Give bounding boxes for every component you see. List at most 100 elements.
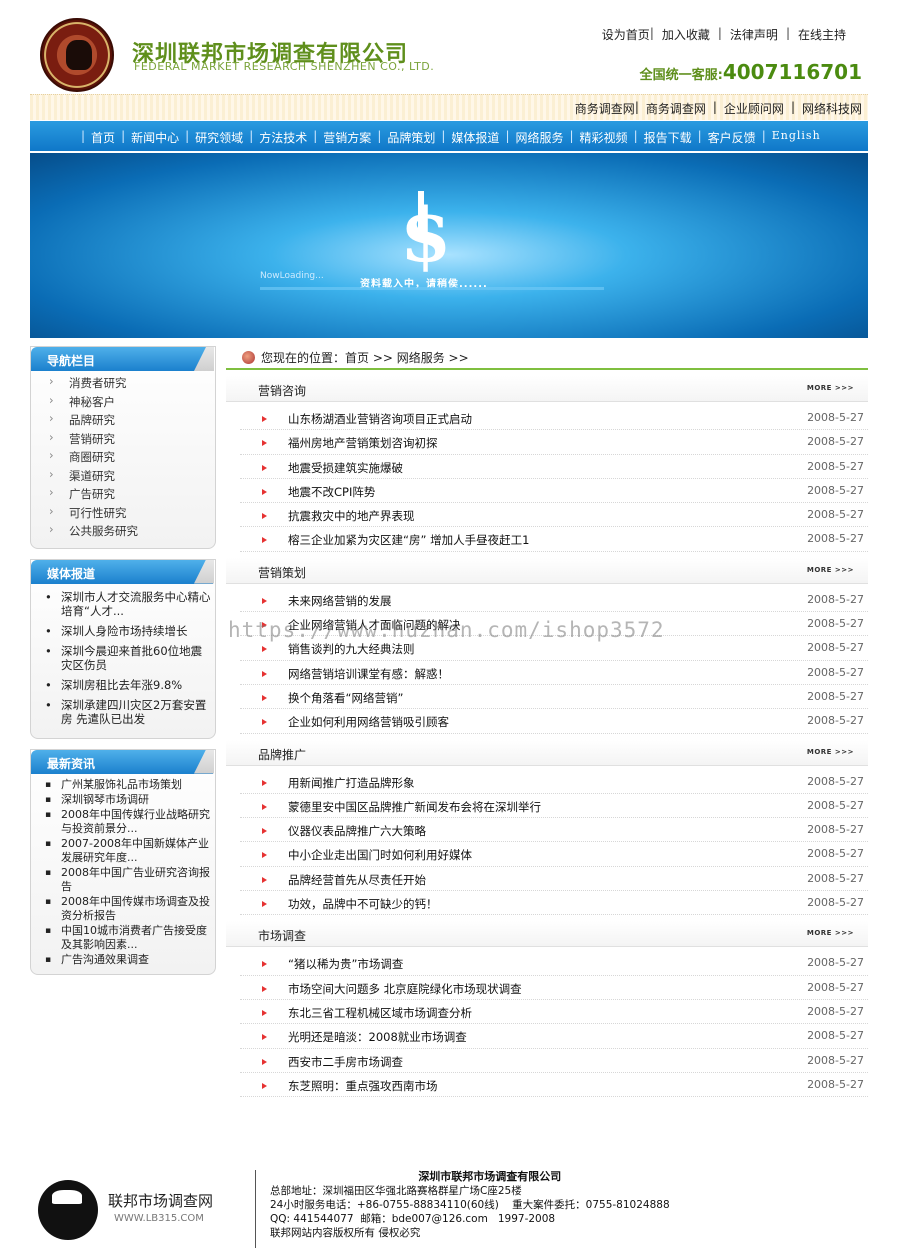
sidebar-nav-item[interactable]: 品牌研究 (49, 411, 215, 431)
article-row[interactable]: 用新闻推广打造品牌形象 2008-5-27 (240, 770, 868, 794)
article-title-link[interactable]: 福州房地产营销策划咨询初探 (288, 436, 438, 450)
article-title-link[interactable]: 网络营销培训课堂有感：解惑！ (288, 667, 449, 681)
partner-link[interactable]: 商务调查网 (575, 100, 635, 117)
news-item[interactable]: 2007-2008年中国新媒体产业发展研究年度... (45, 837, 211, 865)
article-date: 2008-5-27 (807, 714, 864, 728)
article-title-link[interactable]: 品牌经营首先从尽责任开始 (288, 873, 426, 887)
article-title-link[interactable]: 东芝照明：重点强攻西南市场 (288, 1079, 438, 1093)
article-row[interactable]: 地震受损建筑实施爆破 2008-5-27 (240, 455, 868, 479)
article-title-link[interactable]: 山东杨湖酒业营销咨询项目正式启动 (288, 412, 472, 426)
nav-research[interactable]: 研究领域 (190, 129, 248, 146)
sidebar-nav-item[interactable]: 营销研究 (49, 430, 215, 450)
sidebar-nav-item[interactable]: 广告研究 (49, 485, 215, 505)
article-row[interactable]: 福州房地产营销策划咨询初探 2008-5-27 (240, 430, 868, 455)
media-list: 深圳市人才交流服务中心精心培育“人才... 深圳人身险市场持续增长深圳今晨迎来首批… (31, 584, 215, 726)
nav-reports[interactable]: 报告下载 (639, 129, 697, 146)
article-title-link[interactable]: 东北三省工程机械区域市场调查分析 (288, 1006, 472, 1020)
nav-news[interactable]: 新闻中心 (126, 129, 184, 146)
article-title-link[interactable]: 地震受损建筑实施爆破 (288, 461, 403, 475)
more-link[interactable]: MORE >>> (807, 566, 854, 574)
news-item[interactable]: 2008年中国广告业研究咨询报告 (45, 866, 211, 894)
site-header: 深圳联邦市场调查有限公司 FEDERAL MARKET RESEARCH SHE… (30, 0, 868, 92)
sidebar-nav-item[interactable]: 公共服务研究 (49, 522, 215, 542)
media-item[interactable]: 深圳人身险市场持续增长 (45, 624, 211, 638)
article-title-link[interactable]: 用新闻推广打造品牌形象 (288, 776, 415, 790)
article-row[interactable]: 光明还是暗淡：2008就业市场调查 2008-5-27 (240, 1024, 868, 1049)
set-homepage-link[interactable]: 设为首页 (602, 26, 650, 43)
article-row[interactable]: 未来网络营销的发展 2008-5-27 (240, 588, 868, 613)
nav-web-services[interactable]: 网络服务 (510, 129, 568, 146)
article-row[interactable]: 地震不改CPI阵势 2008-5-27 (240, 479, 868, 504)
article-title-link[interactable]: 地震不改CPI阵势 (288, 485, 375, 499)
partner-link[interactable]: 企业顾问网 (717, 100, 791, 117)
media-item[interactable]: 深圳承建四川灾区2万套安置房 先遣队已出发 (45, 698, 211, 726)
article-row[interactable]: 蒙德里安中国区品牌推广新闻发布会将在深圳举行 2008-5-27 (240, 794, 868, 819)
nav-english[interactable]: English (767, 129, 826, 146)
sidebar-nav-item[interactable]: 神秘客户 (49, 393, 215, 413)
news-item[interactable]: 深圳钢琴市场调研 (45, 793, 211, 807)
sidebar-nav-list: 消费者研究神秘客户品牌研究营销研究商圈研究渠道研究广告研究可行性研究公共服务研究 (31, 371, 215, 542)
online-support-link[interactable]: 在线主持 (790, 26, 846, 43)
article-row[interactable]: 换个角落看“网络营销” 2008-5-27 (240, 685, 868, 710)
company-logo[interactable] (40, 18, 114, 92)
article-row[interactable]: 仪器仪表品牌推广六大策略 2008-5-27 (240, 818, 868, 843)
news-item[interactable]: 广告沟通效果调查 (45, 953, 211, 967)
news-item[interactable]: 2008年中国传媒行业战略研究与投资前景分... (45, 808, 211, 836)
sidebar-nav-item[interactable]: 渠道研究 (49, 467, 215, 487)
partner-link[interactable]: 网络科技网 (795, 100, 862, 117)
article-title-link[interactable]: 光明还是暗淡：2008就业市场调查 (288, 1030, 467, 1044)
media-item[interactable]: 深圳今晨迎来首批60位地震灾区伤员 (45, 644, 211, 672)
sidebar-nav-item[interactable]: 消费者研究 (49, 374, 215, 394)
add-favorite-link[interactable]: 加入收藏 (654, 26, 718, 43)
article-title-link[interactable]: 未来网络营销的发展 (288, 594, 392, 608)
media-item[interactable]: 深圳房租比去年涨9.8% (45, 678, 211, 692)
article-row[interactable]: 功效，品牌中不可缺少的钙！ 2008-5-27 (240, 891, 868, 916)
footer-brand-name: 联邦市场调查网 (108, 1192, 214, 1210)
partner-link[interactable]: 商务调查网 (639, 100, 713, 117)
article-row[interactable]: 榕三企业加紧为灾区建“房” 增加人手昼夜赶工1 2008-5-27 (240, 527, 868, 552)
article-row[interactable]: 企业如何利用网络营销吸引顾客 2008-5-27 (240, 709, 868, 734)
nav-home[interactable]: 首页 (86, 129, 120, 146)
article-title-link[interactable]: 中小企业走出国门时如何利用好媒体 (288, 848, 472, 862)
article-title-link[interactable]: 企业如何利用网络营销吸引顾客 (288, 715, 449, 729)
article-row[interactable]: 市场空间大问题多 北京庭院绿化市场现状调查 2008-5-27 (240, 976, 868, 1000)
legal-link[interactable]: 法律声明 (722, 26, 786, 43)
nav-marketing[interactable]: 营销方案 (318, 129, 376, 146)
media-item[interactable]: 深圳市人才交流服务中心精心培育“人才... (45, 590, 211, 618)
article-title-link[interactable]: 蒙德里安中国区品牌推广新闻发布会将在深圳举行 (288, 800, 541, 814)
article-title-link[interactable]: 换个角落看“网络营销” (288, 691, 403, 705)
article-row[interactable]: “猪以稀为贵”市场调查 2008-5-27 (240, 951, 868, 976)
article-row[interactable]: 中小企业走出国门时如何利用好媒体 2008-5-27 (240, 842, 868, 867)
article-row[interactable]: 东芝照明：重点强攻西南市场 2008-5-27 (240, 1073, 868, 1098)
sidebar-nav-item[interactable]: 商圈研究 (49, 448, 215, 468)
article-row[interactable]: 抗震救灾中的地产界表现 2008-5-27 (240, 503, 868, 528)
nav-media[interactable]: 媒体报道 (446, 129, 504, 146)
news-item[interactable]: 2008年中国传媒市场调查及投资分析报告 (45, 895, 211, 923)
article-title-link[interactable]: 销售谈判的九大经典法则 (288, 642, 415, 656)
news-item[interactable]: 广州某服饰礼品市场策划 (45, 778, 211, 792)
more-link[interactable]: MORE >>> (807, 384, 854, 392)
article-title-link[interactable]: “猪以稀为贵”市场调查 (288, 957, 403, 971)
article-row[interactable]: 西安市二手房市场调查 2008-5-27 (240, 1049, 868, 1073)
article-row[interactable]: 品牌经营首先从尽责任开始 2008-5-27 (240, 867, 868, 892)
nav-methods[interactable]: 方法技术 (254, 129, 312, 146)
article-list: 山东杨湖酒业营销咨询项目正式启动 2008-5-27 福州房地产营销策划咨询初探 20… (226, 402, 868, 552)
article-title-link[interactable]: 市场空间大问题多 北京庭院绿化市场现状调查 (288, 982, 522, 996)
nav-videos[interactable]: 精彩视频 (575, 129, 633, 146)
article-date: 2008-5-27 (807, 483, 864, 497)
nav-brand[interactable]: 品牌策划 (382, 129, 440, 146)
more-link[interactable]: MORE >>> (807, 929, 854, 937)
article-date: 2008-5-27 (807, 896, 864, 910)
article-row[interactable]: 山东杨湖酒业营销咨询项目正式启动 2008-5-27 (240, 406, 868, 431)
more-link[interactable]: MORE >>> (807, 748, 854, 756)
article-title-link[interactable]: 仪器仪表品牌推广六大策略 (288, 824, 426, 838)
article-row[interactable]: 网络营销培训课堂有感：解惑！ 2008-5-27 (240, 661, 868, 685)
news-item[interactable]: 中国10城市消费者广告接受度及其影响因素... (45, 924, 211, 952)
article-row[interactable]: 东北三省工程机械区域市场调查分析 2008-5-27 (240, 1000, 868, 1025)
article-title-link[interactable]: 西安市二手房市场调查 (288, 1055, 403, 1069)
article-title-link[interactable]: 功效，品牌中不可缺少的钙！ (288, 897, 438, 911)
sidebar-nav-item[interactable]: 可行性研究 (49, 504, 215, 524)
nav-feedback[interactable]: 客户反馈 (703, 129, 761, 146)
article-title-link[interactable]: 榕三企业加紧为灾区建“房” 增加人手昼夜赶工1 (288, 533, 529, 547)
article-title-link[interactable]: 抗震救灾中的地产界表现 (288, 509, 415, 523)
